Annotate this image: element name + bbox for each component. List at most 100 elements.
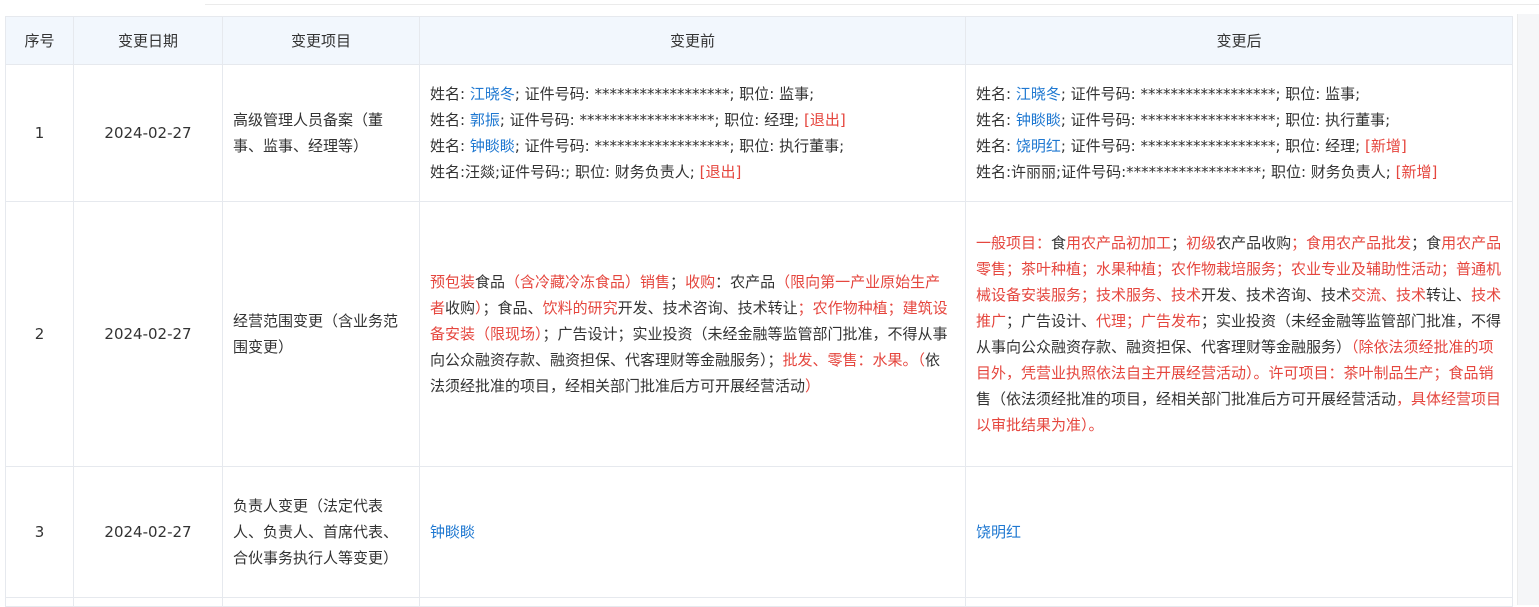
plain-text: ； xyxy=(1171,234,1187,252)
plain-text: 姓名: xyxy=(976,85,1016,103)
plain-text: 姓名: xyxy=(430,85,470,103)
plain-text: 食 xyxy=(1051,234,1067,252)
officer-line: 姓名: 郭振; 证件号码: ******************; 职位: 经理… xyxy=(430,107,955,133)
row-after: 一般项目：食用农产品初加工；初级农产品收购；食用农产品批发；食用农产品零售；茶叶… xyxy=(965,201,1513,467)
row-item: 高级管理人员备案（董事、监事、经理等） xyxy=(222,64,420,202)
row-item: 负责人变更（法定代表人、负责人、首席代表、合伙事务执行人等变更） xyxy=(222,466,420,598)
plain-text: ；食 xyxy=(1411,234,1442,252)
highlight-text: 交流、技术 xyxy=(1351,286,1427,304)
plain-text: 开发、技术咨询、技术 xyxy=(1201,286,1352,304)
header-after: 变更后 xyxy=(965,16,1513,65)
empty-cell xyxy=(965,597,1513,607)
highlight-text: ） xyxy=(805,377,821,395)
highlight-text: 零售 xyxy=(976,260,1007,278)
plain-text: 转让、 xyxy=(1426,286,1472,304)
empty-cell xyxy=(73,597,223,607)
plain-text: ; 证件号码: ******************; 职位: 监事; xyxy=(1060,85,1361,103)
top-strip xyxy=(0,0,1539,14)
table-row xyxy=(5,597,1513,607)
row-date: 2024-02-27 xyxy=(73,64,223,202)
highlight-text: [新增] xyxy=(1364,137,1407,155)
highlight-text: [退出] xyxy=(803,111,846,129)
row-before: 姓名: 江晓冬; 证件号码: ******************; 职位: 监… xyxy=(419,64,966,202)
officer-line: 姓名: 钟睒睒; 证件号码: ******************; 职位: 执… xyxy=(430,133,955,159)
plain-text: ； xyxy=(670,273,686,291)
plain-text: 食品 xyxy=(475,273,506,291)
highlight-text: 一般项目： xyxy=(976,234,1052,252)
highlight-text: 用农产品 xyxy=(1441,234,1502,252)
plain-text: 收购 xyxy=(445,299,476,317)
officer-line: 姓名:许丽丽;证件号码:******************; 职位: 财务负责… xyxy=(976,159,1502,185)
business-scope-after: 一般项目：食用农产品初加工；初级农产品收购；食用农产品批发；食用农产品零售；茶叶… xyxy=(976,230,1502,438)
officer-list-after: 姓名: 江晓冬; 证件号码: ******************; 职位: 监… xyxy=(976,81,1502,185)
table-row: 2 2024-02-27 经营范围变更（含业务范围变更） 预包装食品（含冷藏冷冻… xyxy=(5,201,1513,467)
plain-text: ；食品、 xyxy=(482,299,543,317)
plain-text: ; 证件号码: ******************; 职位: 执行董事; xyxy=(514,137,845,155)
row-after: 姓名: 江晓冬; 证件号码: ******************; 职位: 监… xyxy=(965,64,1513,202)
empty-cell xyxy=(5,597,74,607)
table-row: 1 2024-02-27 高级管理人员备案（董事、监事、经理等） 姓名: 江晓冬… xyxy=(5,64,1513,202)
empty-cell xyxy=(222,597,420,607)
table-row: 3 2024-02-27 负责人变更（法定代表人、负责人、首席代表、合伙事务执行… xyxy=(5,466,1513,598)
plain-text: 农产品收购 xyxy=(1216,234,1292,252)
officer-line: 姓名: 江晓冬; 证件号码: ******************; 职位: 监… xyxy=(976,81,1502,107)
highlight-text: 初级 xyxy=(1186,234,1217,252)
plain-text: 售（ xyxy=(976,390,1007,408)
highlight-text: 收购 xyxy=(685,273,716,291)
person-link[interactable]: 饶明红 xyxy=(1016,137,1061,155)
plain-text: ；广告设计、 xyxy=(1006,312,1097,330)
highlight-text: 饮料的研究 xyxy=(542,299,618,317)
highlight-text: [新增] xyxy=(1395,163,1438,181)
row-date: 2024-02-27 xyxy=(73,201,223,467)
highlight-text: 预包装 xyxy=(430,273,476,291)
highlight-text: ） xyxy=(475,299,483,317)
person-link[interactable]: 江晓冬 xyxy=(1016,85,1061,103)
highlight-text: 初加工 xyxy=(1126,234,1172,252)
officer-list-before: 姓名: 江晓冬; 证件号码: ******************; 职位: 监… xyxy=(430,81,955,185)
header-no: 序号 xyxy=(5,16,74,65)
empty-cell xyxy=(419,597,966,607)
row-before: 预包装食品（含冷藏冷冻食品）销售；收购：农产品（限向第一产业原始生产者收购）；食… xyxy=(419,201,966,467)
plain-text: ; 证件号码: ******************; 职位: 执行董事; xyxy=(1060,111,1391,129)
officer-line: 姓名:汪燚;证件号码:; 职位: 财务负责人; [退出] xyxy=(430,159,955,185)
row-after: 饶明红 xyxy=(965,466,1513,598)
row-no: 3 xyxy=(5,466,74,598)
plain-text: ; 证件号码: ******************; 职位: 监事; xyxy=(514,85,815,103)
plain-text: 姓名: xyxy=(430,111,470,129)
top-divider xyxy=(205,4,1539,5)
person-link[interactable]: 钟睒睒 xyxy=(470,137,515,155)
row-no: 1 xyxy=(5,64,74,202)
highlight-text: ；食用农产品批发 xyxy=(1291,234,1412,252)
plain-text: 姓名:汪燚;证件号码:; 职位: 财务负责人; xyxy=(430,163,700,181)
row-no: 2 xyxy=(5,201,74,467)
highlight-text: 批发、零售：水果。（ xyxy=(782,351,926,369)
plain-text: ; 证件号码: ******************; 职位: 经理; xyxy=(1060,137,1365,155)
scrollbar[interactable] xyxy=(1517,14,1539,605)
person-link[interactable]: 郭振 xyxy=(470,111,500,129)
highlight-text: 用农产品 xyxy=(1066,234,1127,252)
highlight-text: （含冷藏冷冻食品）销售 xyxy=(505,273,671,291)
officer-line: 姓名: 江晓冬; 证件号码: ******************; 职位: 监… xyxy=(430,81,955,107)
plain-text: 姓名: xyxy=(976,111,1016,129)
plain-text: 姓名: xyxy=(976,137,1016,155)
plain-text: 依法须经批准的项目，经相关部门批准后方可开展经营活动 xyxy=(1006,390,1397,408)
header-date: 变更日期 xyxy=(73,16,223,65)
business-scope-before: 预包装食品（含冷藏冷冻食品）销售；收购：农产品（限向第一产业原始生产者收购）；食… xyxy=(430,269,955,399)
plain-text: ; 证件号码: ******************; 职位: 经理; xyxy=(499,111,804,129)
plain-text: 姓名:许丽丽;证件号码:******************; 职位: 财务负责… xyxy=(976,163,1396,181)
plain-text: ：农产品 xyxy=(715,273,776,291)
row-before: 钟睒睒 xyxy=(419,466,966,598)
person-link[interactable]: 钟睒睒 xyxy=(430,523,475,541)
header-before: 变更前 xyxy=(419,16,966,65)
person-link[interactable]: 饶明红 xyxy=(976,523,1021,541)
header-item: 变更项目 xyxy=(222,16,420,65)
person-link[interactable]: 江晓冬 xyxy=(470,85,515,103)
table-header-row: 序号 变更日期 变更项目 变更前 变更后 xyxy=(5,16,1513,65)
officer-line: 姓名: 钟睒睒; 证件号码: ******************; 职位: 执… xyxy=(976,107,1502,133)
plain-text: 姓名: xyxy=(430,137,470,155)
row-date: 2024-02-27 xyxy=(73,466,223,598)
change-record-table: 序号 变更日期 变更项目 变更前 变更后 1 2024-02-27 高级管理人员… xyxy=(5,16,1513,607)
person-link[interactable]: 钟睒睒 xyxy=(1016,111,1061,129)
plain-text: 开发、技术咨询、技术转让 xyxy=(617,299,798,317)
row-item: 经营范围变更（含业务范围变更） xyxy=(222,201,420,467)
